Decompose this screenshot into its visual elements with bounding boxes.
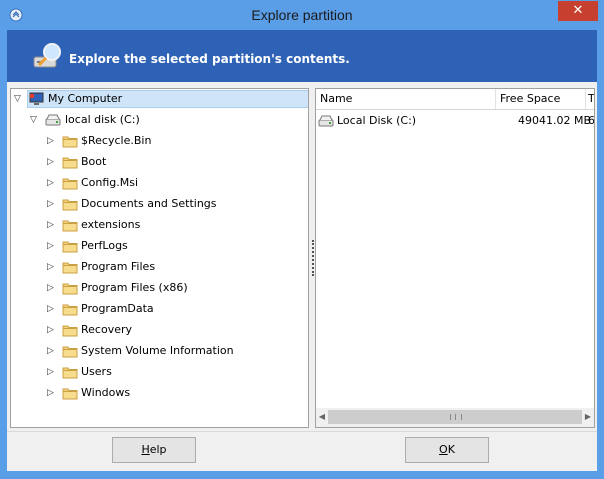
expand-arrow-icon[interactable]: ▷ xyxy=(47,136,57,146)
expand-arrow-icon[interactable]: ▷ xyxy=(47,157,57,167)
header-banner: Explore the selected partition's content… xyxy=(7,30,597,82)
column-header-free-space[interactable]: Free Space xyxy=(496,89,586,109)
folder-icon xyxy=(62,239,78,253)
list-header: Name Free Space T xyxy=(316,89,594,110)
footer-divider xyxy=(7,431,597,432)
tree-node-label: $Recycle.Bin xyxy=(81,134,152,147)
tree-node-label: Users xyxy=(81,365,112,378)
ok-button[interactable]: OK xyxy=(405,437,489,463)
folder-icon xyxy=(62,281,78,295)
folder-icon xyxy=(62,134,78,148)
banner-text: Explore the selected partition's content… xyxy=(69,52,350,66)
tree-node-label: Program Files xyxy=(81,260,156,273)
scrollbar-thumb[interactable] xyxy=(328,410,582,424)
window-title: Explore partition xyxy=(251,7,353,23)
tree-node-folder[interactable]: ▷ $Recycle.Bin xyxy=(11,131,308,151)
column-header-name[interactable]: Name xyxy=(316,89,496,109)
folder-icon xyxy=(62,218,78,232)
collapse-arrow-icon[interactable]: ▽ xyxy=(14,94,24,104)
expand-arrow-icon[interactable]: ▷ xyxy=(47,388,57,398)
ok-label-mnemonic: O xyxy=(439,443,448,456)
scroll-right-arrow-icon[interactable]: ▶ xyxy=(582,411,594,423)
tree-node-label: System Volume Information xyxy=(81,344,234,357)
folder-icon xyxy=(62,344,78,358)
help-label-suffix: elp xyxy=(149,443,167,456)
expand-arrow-icon[interactable]: ▷ xyxy=(47,304,57,314)
list-cell-free-space: 49041.02 MB xyxy=(518,114,592,127)
horizontal-scrollbar[interactable]: ◀ ▶ xyxy=(316,408,594,427)
computer-icon xyxy=(29,92,44,105)
expand-arrow-icon[interactable]: ▷ xyxy=(47,241,57,251)
tree-node-label: local disk (C:) xyxy=(65,113,140,126)
tree-node-folder[interactable]: ▷ PerfLogs xyxy=(11,236,308,256)
contents-list[interactable]: Name Free Space T Local Disk (C:) 49041.… xyxy=(315,88,595,428)
folder-icon xyxy=(62,260,78,274)
folder-icon xyxy=(62,176,78,190)
folder-tree[interactable]: ▽ My Computer ▽ local disk (C:) ▷ $Recycl… xyxy=(10,88,309,428)
expand-arrow-icon[interactable]: ▷ xyxy=(47,178,57,188)
folder-icon xyxy=(62,155,78,169)
tree-node-folder[interactable]: ▷ Config.Msi xyxy=(11,173,308,193)
tree-node-folder[interactable]: ▷ ProgramData xyxy=(11,299,308,319)
expand-arrow-icon[interactable]: ▷ xyxy=(47,262,57,272)
tree-node-folder[interactable]: ▷ extensions xyxy=(11,215,308,235)
tree-node-label: Windows xyxy=(81,386,131,399)
folder-icon xyxy=(62,365,78,379)
tree-node-label: Config.Msi xyxy=(81,176,139,189)
tree-node-folder[interactable]: ▷ Recovery xyxy=(11,320,308,340)
magnifier-disk-icon xyxy=(33,43,61,68)
help-label-mnemonic: H xyxy=(141,443,150,456)
help-button[interactable]: Help xyxy=(112,437,196,463)
tree-node-label: Boot xyxy=(81,155,107,168)
close-icon: ✕ xyxy=(572,3,584,18)
tree-node-label: Program Files (x86) xyxy=(81,281,188,294)
ok-label-suffix: K xyxy=(447,443,455,456)
tree-node-label: PerfLogs xyxy=(81,239,128,252)
drive-icon xyxy=(318,115,334,127)
expand-arrow-icon[interactable]: ▷ xyxy=(47,283,57,293)
tree-node-label: My Computer xyxy=(48,92,123,105)
thumb-grip xyxy=(450,414,462,420)
folder-icon xyxy=(62,197,78,211)
tree-node-folder[interactable]: ▷ Users xyxy=(11,362,308,382)
tree-node-label: extensions xyxy=(81,218,141,231)
close-button[interactable]: ✕ xyxy=(558,1,598,21)
column-header-type[interactable]: T xyxy=(586,89,594,109)
folder-icon xyxy=(62,386,78,400)
drive-icon xyxy=(45,114,61,126)
expand-arrow-icon[interactable]: ▷ xyxy=(47,220,57,230)
tree-node-label: Documents and Settings xyxy=(81,197,217,210)
folder-icon xyxy=(62,323,78,337)
tree-node-folder[interactable]: ▷ Documents and Settings xyxy=(11,194,308,214)
list-cell-type: 6 xyxy=(588,114,595,127)
expand-arrow-icon[interactable]: ▷ xyxy=(47,199,57,209)
expand-arrow-icon[interactable]: ▷ xyxy=(47,367,57,377)
list-item[interactable]: Local Disk (C:) 49041.02 MB 6 xyxy=(316,112,594,130)
expand-arrow-icon[interactable]: ▷ xyxy=(47,325,57,335)
tree-node-folder[interactable]: ▷ Program Files xyxy=(11,257,308,277)
explore-partition-window: Explore partition ✕ Explore the selected… xyxy=(0,0,604,479)
title-bar[interactable]: Explore partition ✕ xyxy=(0,0,604,30)
tree-node-folder[interactable]: ▷ Boot xyxy=(11,152,308,172)
dialog-client: Explore the selected partition's content… xyxy=(7,30,597,471)
tree-node-folder[interactable]: ▷ System Volume Information xyxy=(11,341,308,361)
tree-node-label: ProgramData xyxy=(81,302,154,315)
tree-node-folder[interactable]: ▷ Windows xyxy=(11,383,308,403)
scroll-left-arrow-icon[interactable]: ◀ xyxy=(316,411,328,423)
tree-node-label: Recovery xyxy=(81,323,133,336)
expand-arrow-icon[interactable]: ▷ xyxy=(47,346,57,356)
list-cell-name: Local Disk (C:) xyxy=(337,114,417,127)
tree-node-my-computer[interactable]: ▽ My Computer xyxy=(11,89,308,109)
tree-node-local-disk[interactable]: ▽ local disk (C:) xyxy=(11,110,308,130)
folder-icon xyxy=(62,302,78,316)
tree-node-folder[interactable]: ▷ Program Files (x86) xyxy=(11,278,308,298)
collapse-arrow-icon[interactable]: ▽ xyxy=(30,115,40,125)
